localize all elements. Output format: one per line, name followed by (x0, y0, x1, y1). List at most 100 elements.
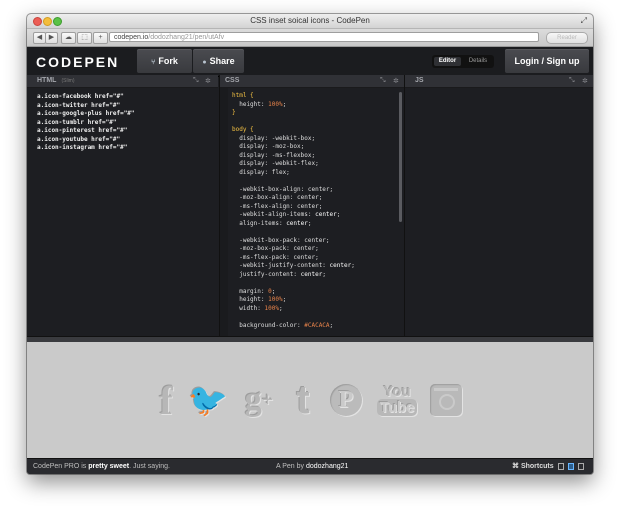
css-token: height: (232, 296, 269, 303)
css-code-line: display: flex; (232, 169, 355, 178)
html-pane-header: HTML (Slim) ⤡ ✲ (27, 75, 218, 88)
url-path: /dodozhang21/pen/utAfv (148, 34, 225, 41)
footer: CodePen PRO is pretty sweet. Just saying… (27, 458, 593, 474)
fork-label: Fork (158, 56, 178, 66)
pen-prefix: A Pen by (276, 463, 305, 470)
css-code-line (232, 228, 355, 237)
twitter-icon[interactable]: 🐦 (188, 378, 228, 422)
css-code-line (232, 118, 355, 127)
css-code-line: width: 100%; (232, 305, 355, 314)
js-editor[interactable] (405, 88, 593, 336)
css-code-line: -ms-flex-align: center; (232, 203, 355, 212)
google-plus-icon[interactable]: g + (239, 378, 279, 422)
css-code-line: -webkit-align-items: center; (232, 211, 355, 220)
layout-right-icon[interactable] (578, 463, 584, 470)
tumblr-icon[interactable]: t (289, 378, 317, 422)
css-code-line: height: 100%; (232, 296, 355, 305)
css-token: ; (307, 219, 312, 227)
share-page-icon[interactable]: ⬚ (77, 32, 92, 44)
css-code-line: display: -webkit-flex; (232, 160, 355, 169)
facebook-icon[interactable]: f (154, 378, 178, 423)
css-token: center (315, 211, 337, 218)
css-code-line: -moz-box-pack: center; (232, 245, 355, 254)
css-code-line: background-color: #CACACA; (232, 322, 355, 331)
html-code-line: a.icon-youtube href="#" (37, 135, 121, 143)
forward-arrow-icon[interactable]: ▶ (45, 32, 58, 44)
css-token: display: -webkit-flex; (232, 160, 319, 167)
css-token: center (286, 219, 308, 227)
fullscreen-icon[interactable]: ⤢ (581, 16, 587, 26)
css-pane-header: CSS ⤡ ✲ (220, 75, 405, 88)
pen-author-link[interactable]: dodozhang21 (306, 463, 348, 470)
css-scrollbar[interactable] (399, 92, 402, 222)
css-code: html { height: 100%;} body { display: -w… (232, 92, 355, 330)
share-button[interactable]: ● Share (193, 49, 244, 73)
html-code-line: a.icon-google-plus href="#" (37, 110, 135, 117)
html-title-text: HTML (37, 77, 57, 84)
css-token: ; (282, 100, 287, 108)
html-code-line: a.icon-instagram href="#" (37, 144, 128, 151)
css-code-line: height: 100%; (232, 101, 355, 110)
css-token: center (300, 270, 323, 278)
pro-suffix: . Just saying. (129, 463, 170, 470)
css-token: ; (282, 296, 287, 303)
address-bar[interactable]: codepen.io/dodozhang21/pen/utAfv (109, 32, 539, 42)
pro-strong: pretty sweet (88, 463, 130, 470)
css-code-line (232, 279, 355, 288)
expand-icon[interactable]: ⤡ (569, 77, 575, 85)
shortcuts-button[interactable]: ⌘ Shortcuts (512, 459, 554, 474)
line-gutter (220, 88, 228, 336)
css-token: -webkit-align-items: (232, 211, 316, 218)
cloud-icon[interactable]: ☁ (61, 32, 76, 44)
css-token: html { (232, 92, 254, 99)
css-token: 100% (268, 100, 283, 108)
css-token: display: -webkit-box; (232, 134, 316, 142)
css-token: ; (329, 321, 334, 329)
css-code-line: margin: 0; (232, 288, 355, 297)
gear-icon[interactable]: ✲ (205, 77, 211, 85)
add-bookmark-icon[interactable]: + (93, 32, 108, 44)
editor-toggle-button[interactable]: Editor (434, 57, 461, 66)
fork-button[interactable]: ⑂ Fork (137, 49, 192, 73)
css-code-line: -moz-box-align: center; (232, 194, 355, 203)
instagram-icon[interactable] (427, 378, 465, 422)
css-token: ; (271, 287, 276, 295)
expand-icon[interactable]: ⤡ (193, 77, 199, 85)
pinterest-icon[interactable]: P (327, 378, 365, 422)
browser-toolbar: ◀ ▶ ☁ ⬚ + codepen.io/dodozhang21/pen/utA… (27, 29, 593, 47)
layout-top-icon[interactable] (568, 463, 574, 470)
js-pane-title: JS (415, 77, 424, 84)
reader-button[interactable]: Reader (546, 32, 588, 44)
html-pane: HTML (Slim) ⤡ ✲ a.icon-facebook href="#" a… (27, 75, 218, 336)
css-token: width: (232, 304, 265, 312)
layout-left-icon[interactable] (558, 463, 564, 470)
login-signup-button[interactable]: Login / Sign up (505, 49, 589, 73)
expand-icon[interactable]: ⤡ (380, 77, 386, 85)
gear-icon[interactable]: ✲ (582, 77, 588, 85)
css-token: -webkit-box-pack: center; (232, 236, 330, 244)
details-toggle-button[interactable]: Details (464, 57, 492, 66)
pen-attribution: A Pen by dodozhang21 (276, 459, 348, 474)
css-code-line: html { (232, 92, 355, 101)
html-preprocessor-label: (Slim) (61, 78, 75, 84)
css-code-line: align-items: center; (232, 220, 355, 229)
css-token: -webkit-box-align: center; (232, 185, 334, 193)
css-code-line: display: -moz-box; (232, 143, 355, 152)
gear-icon[interactable]: ✲ (393, 77, 399, 85)
css-token: ; (278, 304, 283, 312)
pro-promo[interactable]: CodePen PRO is pretty sweet. Just saying… (33, 459, 170, 474)
title-bar: CSS inset soical icons - CodePen ⤢ (27, 14, 593, 29)
css-token: -moz-box-align: center; (232, 194, 323, 201)
css-code-line: -ms-flex-pack: center; (232, 254, 355, 263)
codepen-logo[interactable]: CODEPEN (36, 54, 119, 70)
css-token: align-items: (232, 219, 287, 227)
css-token: body { (232, 126, 254, 133)
css-token: display: flex; (232, 168, 290, 176)
css-code-line: -webkit-justify-content: center; (232, 262, 355, 271)
css-token: -moz-box-pack: center; (232, 245, 319, 252)
youtube-icon[interactable]: You Tube (376, 378, 418, 422)
pro-prefix: CodePen PRO is (33, 463, 87, 470)
css-token: -webkit-justify-content: (232, 262, 330, 269)
css-token: margin: (232, 287, 269, 295)
window-title: CSS inset soical icons - CodePen (250, 16, 370, 25)
